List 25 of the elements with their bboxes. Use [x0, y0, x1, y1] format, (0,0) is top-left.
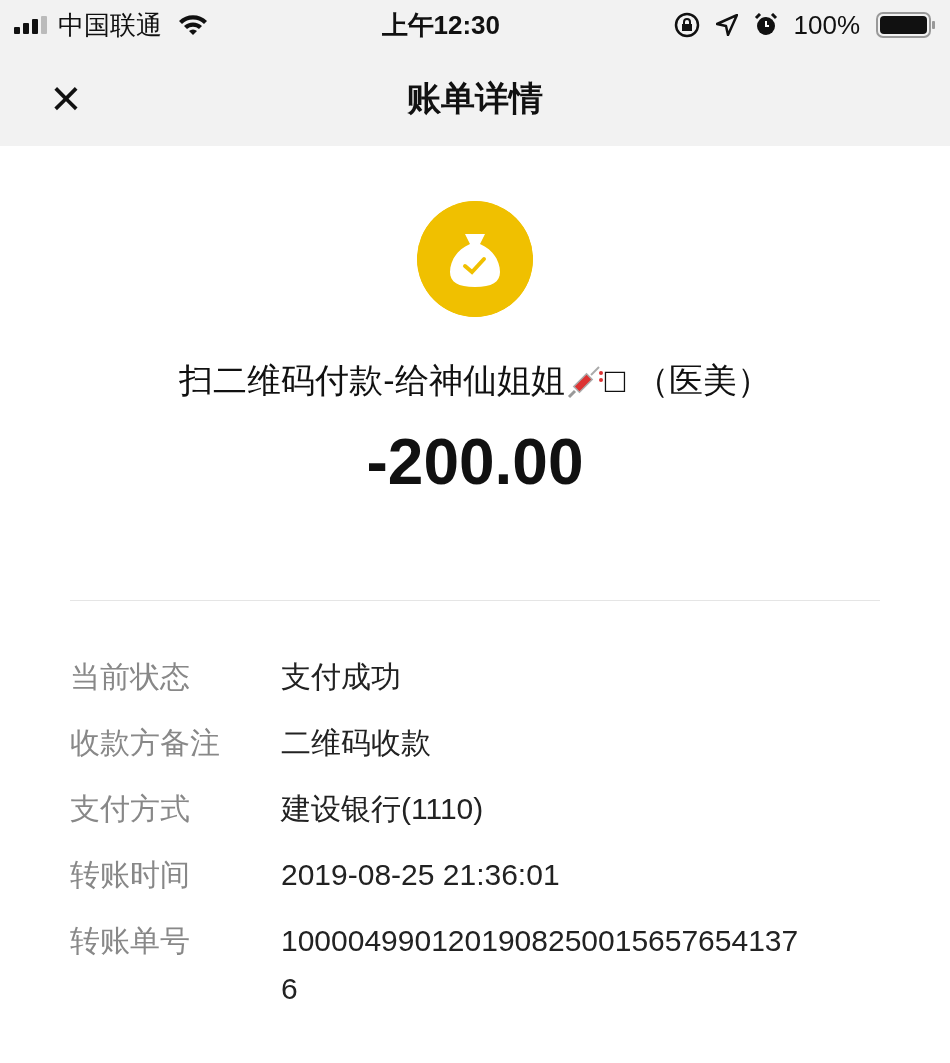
page-title: 账单详情: [406, 77, 544, 119]
detail-label: 当前状态: [70, 659, 191, 695]
money-bag-icon: [417, 201, 533, 317]
carrier-name: 中国联通: [58, 8, 162, 42]
bill-title-suffix: □ （医美）: [604, 360, 771, 401]
battery-percent: 100%: [793, 8, 860, 42]
alarm-icon: [753, 13, 778, 37]
detail-value: 2019-08-25 21:36:01: [281, 857, 561, 893]
detail-value: 二维码收款: [281, 725, 432, 761]
location-icon: [715, 14, 738, 36]
detail-value: 10000499012019082500156576541376: [281, 923, 800, 1007]
amount: -200.00: [365, 425, 585, 500]
wifi-icon: [178, 14, 208, 36]
detail-label: 转账时间: [70, 857, 191, 893]
signal-icon: [14, 16, 50, 34]
close-button[interactable]: ×: [40, 72, 92, 124]
rotation-lock-icon: [673, 12, 700, 38]
detail-label: 支付方式: [70, 791, 191, 827]
detail-value: 建设银行(1110): [281, 791, 485, 827]
detail-label: 转账单号: [70, 923, 191, 959]
detail-value: 支付成功: [281, 659, 402, 695]
detail-label: 收款方备注: [70, 725, 221, 761]
status-time: 上午12:30: [381, 8, 500, 42]
bill-title: 扫二维码付款-给神仙姐姐: [179, 360, 565, 401]
battery-icon: [876, 12, 936, 38]
